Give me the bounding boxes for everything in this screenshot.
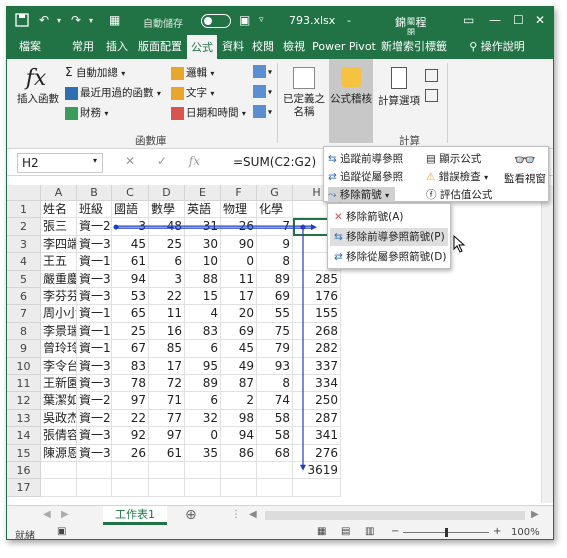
page-break-view-icon[interactable]: ▥ — [365, 526, 374, 537]
error-checking-button[interactable]: ⚠ 錯誤檢查 ▾ — [426, 169, 488, 184]
remove-arrows-menu: ✕ 移除箭號(A) ⇆ 移除前導參照箭號(P) ⇄ 移除從屬參照箭號(D) — [327, 203, 451, 269]
status-text: 就緒 — [15, 531, 35, 540]
scroll-right-icon[interactable]: ▶ — [531, 509, 539, 520]
evaluate-formula-button[interactable]: ⓕ 評估值公式 — [426, 187, 492, 202]
chevron-down-icon: ▾ — [385, 191, 390, 200]
remove-arrows-button[interactable]: ⤳ 移除箭號 ▾ — [328, 187, 396, 202]
chevron-down-icon: ▾ — [484, 173, 489, 182]
menu-item-remove-precedent-arrows[interactable]: ⇆ 移除前導參照箭號(P) — [330, 228, 448, 246]
normal-view-icon[interactable]: ▦ — [317, 526, 326, 537]
excel-window: ↶ ▾ ↷ ▾ ▦ 自動儲存 關閉 ▣ ▿ 793.xlsx - 錦 程 ▭ —… — [6, 6, 554, 540]
menu-item-label: 移除前導參照箭號(P) — [346, 231, 445, 243]
watch-window-label: 監看視窗 — [504, 173, 546, 185]
evaluate-icon: ⓕ — [426, 189, 437, 201]
zoom-in-icon[interactable]: + — [493, 526, 501, 537]
watch-window-button[interactable]: 👓 監看視窗 — [504, 151, 546, 186]
trace-arrows — [113, 224, 317, 471]
evaluate-label: 評估值公式 — [439, 189, 493, 201]
sheet-options-icon[interactable]: ⋮ — [231, 509, 241, 520]
zoom-out-icon[interactable]: − — [391, 526, 399, 537]
menu-item-label: 移除從屬參照箭號(D) — [346, 251, 447, 263]
macro-record-icon[interactable]: ▣ — [57, 526, 66, 537]
menu-item-remove-dependent-arrows[interactable]: ⇄ 移除從屬參照箭號(D) — [330, 248, 448, 266]
zoom-slider-thumb[interactable] — [445, 528, 448, 537]
show-formulas-button[interactable]: ▤ 顯示公式 — [426, 151, 481, 166]
trace-precedents-button[interactable]: ⇆ 追蹤前導參照 — [328, 151, 403, 166]
zoom-level[interactable]: 100% — [511, 527, 540, 538]
page-layout-view-icon[interactable]: ▤ — [341, 526, 350, 537]
formula-auditing-panel: ⇆ 追蹤前導參照 ⇄ 追蹤從屬參照 ⤳ 移除箭號 ▾ ▤ 顯示公式 ⚠ 錯誤檢查… — [323, 146, 549, 202]
next-sheet-icon[interactable]: ▶ — [61, 509, 69, 520]
sheet-tab[interactable]: 工作表1 — [103, 506, 167, 525]
add-sheet-icon[interactable]: ⊕ — [185, 507, 197, 523]
menu-item-remove-arrows[interactable]: ✕ 移除箭號(A) — [330, 208, 448, 226]
trace-dependents-label: 追蹤從屬參照 — [340, 171, 404, 183]
menu-item-label: 移除箭號(A) — [346, 211, 404, 223]
scroll-left-icon[interactable]: ◀ — [249, 509, 257, 520]
trace-precedents-icon: ⇆ — [328, 153, 337, 165]
trace-dependents-button[interactable]: ⇄ 追蹤從屬參照 — [328, 169, 403, 184]
dependent-arrows-icon: ⇄ — [334, 251, 343, 263]
remove-arrows-label: 移除箭號 — [339, 189, 382, 201]
mouse-cursor-icon — [453, 235, 466, 253]
precedent-arrows-icon: ⇆ — [334, 231, 343, 243]
show-formulas-label: 顯示公式 — [439, 153, 482, 165]
dependent-arrow-head — [300, 464, 306, 471]
status-bar: 就緒 ▣ ▦ ▤ ▥ − + 100% — [7, 525, 553, 540]
error-checking-icon: ⚠ — [426, 171, 436, 183]
precedent-arrow-head — [311, 224, 317, 231]
sheet-bar: ◀ ▶ 工作表1 ⊕ ⋮ ◀ ▶ — [7, 505, 553, 525]
trace-dependents-icon: ⇄ — [328, 171, 337, 183]
remove-arrows-icon: ⤳ — [328, 189, 337, 201]
horizontal-scrollbar[interactable] — [265, 511, 525, 520]
glasses-icon: 👓 — [513, 150, 537, 171]
precedent-arrow-origin — [113, 224, 119, 230]
error-checking-label: 錯誤檢查 — [438, 171, 481, 183]
show-formulas-icon: ▤ — [426, 153, 436, 165]
remove-arrows-icon: ✕ — [334, 211, 343, 223]
prev-sheet-icon[interactable]: ◀ — [43, 509, 51, 520]
trace-precedents-label: 追蹤前導參照 — [340, 153, 404, 165]
